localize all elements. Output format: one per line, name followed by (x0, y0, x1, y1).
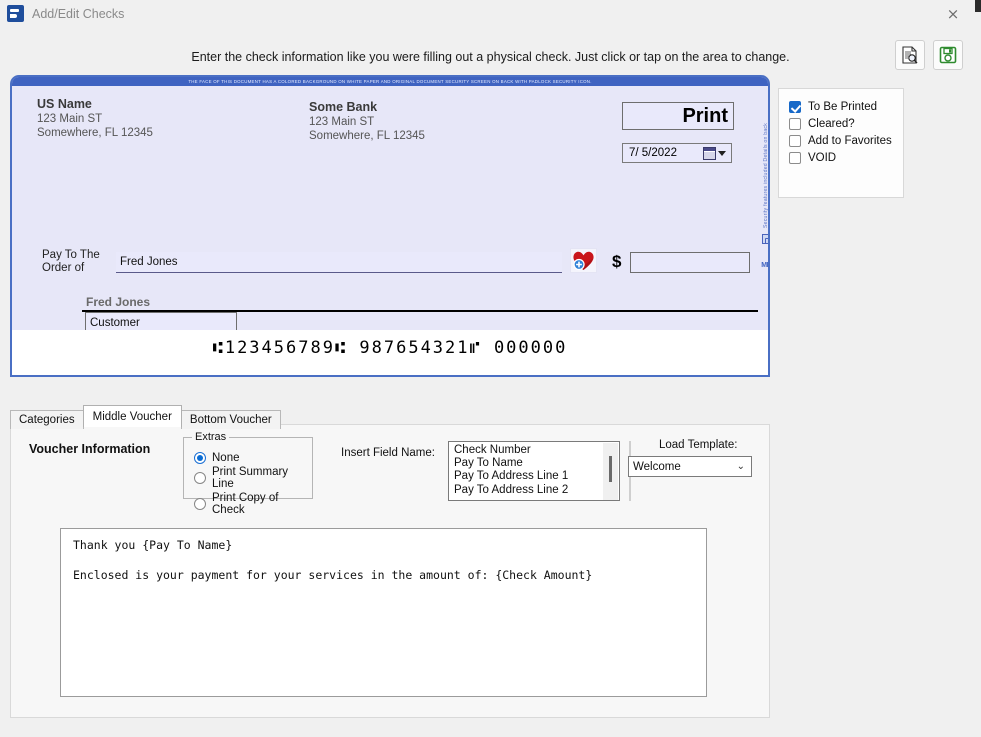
checkbox-icon[interactable] (789, 118, 801, 130)
extras-option-label: Print Summary Line (212, 466, 312, 490)
checkbox-checked-icon[interactable] (789, 101, 801, 113)
list-item[interactable]: Check Number (449, 444, 619, 457)
payer-address-line2[interactable]: Somewhere, FL 12345 (37, 127, 153, 139)
micr-line: ⑆123456789⑆ 987654321⑈ 000000 (12, 338, 768, 358)
list-item[interactable]: Pay To Address Line 2 (449, 484, 619, 497)
scrollbar-tick[interactable] (975, 0, 981, 12)
save-floppy-icon (938, 45, 958, 65)
toolbar (895, 40, 963, 70)
load-template-label: Load Template: (659, 439, 737, 451)
load-template-select[interactable]: Welcome ⌄ (628, 456, 752, 477)
list-item[interactable]: Pay To Address Line 1 (449, 470, 619, 483)
option-label: Add to Favorites (808, 135, 892, 147)
tab-bottom-voucher[interactable]: Bottom Voucher (181, 410, 281, 429)
load-template-value: Welcome (633, 461, 681, 473)
padlock-icon (762, 234, 771, 244)
check-date-value: 7/ 5/2022 (623, 147, 703, 159)
microprint-banner: THE FACE OF THIS DOCUMENT HAS A COLORED … (12, 77, 768, 86)
pay-to-label-line1: Pay To The (42, 249, 100, 261)
option-label: VOID (808, 152, 836, 164)
payer-name[interactable]: US Name (37, 97, 92, 111)
micr-band: ⑆123456789⑆ 987654321⑈ 000000 (10, 330, 770, 377)
check-options-panel: To Be Printed Cleared? Add to Favorites … (778, 88, 904, 198)
option-cleared[interactable]: Cleared? (789, 118, 903, 130)
payer-address-line1[interactable]: 123 Main ST (37, 113, 102, 125)
insert-field-name-label: Insert Field Name: (341, 447, 435, 459)
calendar-icon (703, 147, 716, 160)
window-title: Add/Edit Checks (32, 7, 124, 21)
check-amount-field[interactable] (630, 252, 750, 273)
check-date-picker[interactable]: 7/ 5/2022 (622, 143, 732, 163)
extras-legend: Extras (192, 431, 229, 443)
checkbox-icon[interactable] (789, 135, 801, 147)
extras-option-print-summary-line[interactable]: Print Summary Line (194, 466, 312, 490)
tab-strip: Categories Middle Voucher Bottom Voucher (10, 405, 280, 427)
save-button[interactable] (933, 40, 963, 70)
middle-voucher-panel: Voucher Information Extras None Print Su… (10, 424, 770, 718)
instruction-text: Enter the check information like you wer… (0, 50, 981, 64)
voucher-body-textarea[interactable]: Thank you {Pay To Name} Enclosed is your… (60, 528, 707, 697)
bank-name[interactable]: Some Bank (309, 100, 377, 114)
document-search-icon (900, 45, 920, 65)
heart-add-glyph (571, 249, 596, 272)
chevron-down-icon: ⌄ (737, 461, 745, 472)
close-icon[interactable]: × (933, 0, 973, 27)
print-preview-button[interactable] (895, 40, 925, 70)
extras-group: Extras None Print Summary Line Print Cop… (183, 437, 313, 499)
extras-option-label: Print Copy of Check (212, 492, 312, 516)
pay-to-label-line2: Order of (42, 262, 84, 274)
list-scrollbar[interactable] (603, 443, 618, 501)
option-label: Cleared? (808, 118, 855, 130)
tab-middle-voucher[interactable]: Middle Voucher (83, 405, 182, 427)
add-edit-checks-window: Add/Edit Checks × Enter the check inform… (0, 0, 981, 737)
tab-categories[interactable]: Categories (10, 410, 84, 429)
checkbox-icon[interactable] (789, 152, 801, 164)
mp-mark: MP (761, 262, 770, 269)
heart-add-icon[interactable] (570, 248, 597, 273)
radio-icon[interactable] (194, 498, 206, 510)
bank-address-line1[interactable]: 123 Main ST (309, 116, 374, 128)
chevron-down-icon (718, 151, 726, 156)
written-amount-line[interactable]: Fred Jones (82, 290, 758, 312)
security-features-text: Security features included Details on ba… (763, 123, 769, 228)
check-number-field[interactable]: Print (622, 102, 734, 130)
radio-selected-icon[interactable] (194, 452, 206, 464)
option-label: To Be Printed (808, 101, 877, 113)
app-icon (7, 5, 24, 22)
scrollbar-thumb[interactable] (609, 456, 612, 482)
list-item[interactable]: Pay To Name (449, 457, 619, 470)
extras-option-none[interactable]: None (194, 452, 312, 464)
insert-field-name-list[interactable]: Check Number Pay To Name Pay To Address … (448, 441, 620, 501)
title-bar: Add/Edit Checks × (0, 0, 981, 27)
extras-option-print-copy-of-check[interactable]: Print Copy of Check (194, 492, 312, 516)
currency-symbol: $ (612, 252, 621, 272)
pay-to-order-label: Pay To The Order of (42, 249, 100, 275)
option-to-be-printed[interactable]: To Be Printed (789, 101, 903, 113)
bank-address-line2[interactable]: Somewhere, FL 12345 (309, 130, 425, 142)
option-void[interactable]: VOID (789, 152, 903, 164)
extras-option-label: None (212, 452, 240, 464)
voucher-information-heading: Voucher Information (29, 442, 150, 456)
pay-to-name-field[interactable]: Fred Jones (116, 252, 562, 273)
radio-icon[interactable] (194, 472, 206, 484)
option-add-to-favorites[interactable]: Add to Favorites (789, 135, 903, 147)
